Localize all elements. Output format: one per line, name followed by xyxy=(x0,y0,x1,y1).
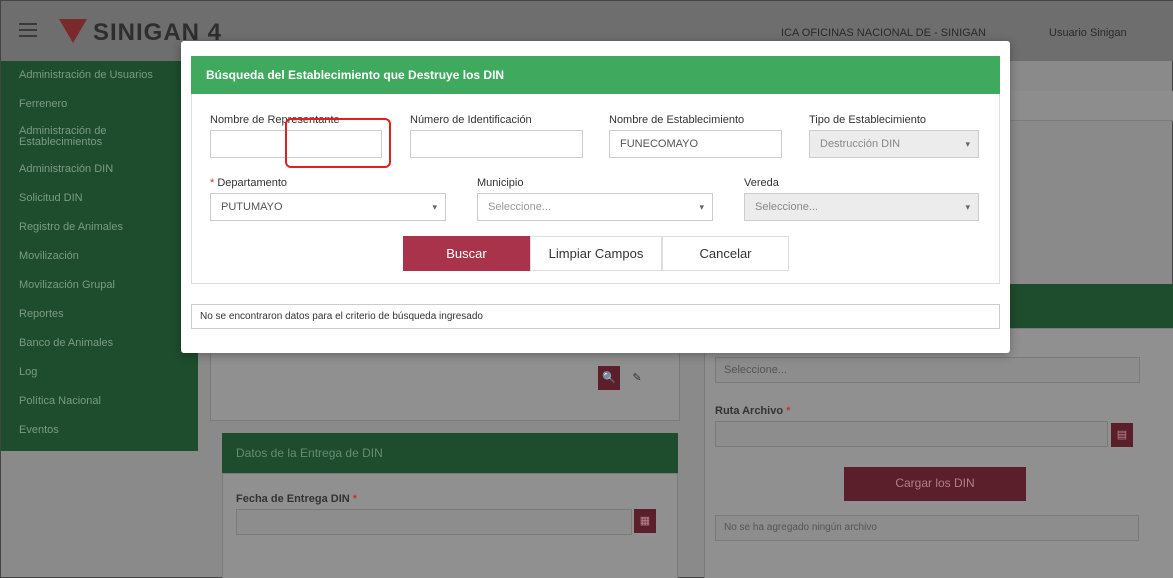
sidebar-item[interactable]: Solicitud DIN xyxy=(1,184,198,213)
sidebar-item[interactable]: Administración de xyxy=(1,119,198,135)
right-section-header xyxy=(1009,284,1173,328)
vereda-value: Seleccione... xyxy=(755,201,818,213)
est-name-input[interactable]: FUNECOMAYO xyxy=(609,130,782,158)
est-type-label: Tipo de Establecimiento xyxy=(809,114,926,126)
sinigan-logo-icon xyxy=(59,19,87,43)
cancel-button[interactable]: Cancelar xyxy=(662,236,789,271)
eraser-icon[interactable]: ✎ xyxy=(626,366,648,390)
sidebar-item[interactable]: Administración de Usuarios xyxy=(1,61,198,90)
municipality-value: Seleccione... xyxy=(488,201,551,213)
file-path-label: Ruta Archivo * xyxy=(715,405,791,417)
sidebar-item[interactable]: Movilización Grupal xyxy=(1,271,198,300)
chevron-down-icon: ▾ xyxy=(699,202,704,212)
upload-din-button[interactable]: Cargar los DIN xyxy=(844,467,1026,501)
search-establishment-modal: Búsqueda del Establecimiento que Destruy… xyxy=(181,41,1010,353)
est-type-value: Destrucción DIN xyxy=(820,138,901,150)
vereda-select: Seleccione... ▾ xyxy=(744,193,979,221)
est-type-select: Destrucción DIN ▾ xyxy=(809,130,979,158)
user-menu[interactable]: Usuario Sinigan xyxy=(1049,27,1127,39)
chevron-down-icon: ▾ xyxy=(965,139,970,149)
sidebar-item[interactable]: Movilización xyxy=(1,242,198,271)
modal-title: Búsqueda del Establecimiento que Destruy… xyxy=(191,56,1000,94)
municipality-select[interactable]: Seleccione... ▾ xyxy=(477,193,713,221)
delivery-date-label: Fecha de Entrega DIN * xyxy=(236,493,358,505)
id-number-label: Número de Identificación xyxy=(410,114,532,126)
sidebar-item[interactable]: Ferrenero xyxy=(1,90,198,119)
est-name-label: Nombre de Establecimiento xyxy=(609,114,745,126)
sidebar-item[interactable]: Eventos xyxy=(1,416,198,445)
sidebar-item[interactable]: Política Nacional xyxy=(1,387,198,416)
sidebar: Administración de Usuarios Ferrenero Adm… xyxy=(1,61,198,451)
sidebar-item[interactable]: Registro de Animales xyxy=(1,213,198,242)
sidebar-item[interactable]: Banco de Animales xyxy=(1,329,198,358)
sidebar-item[interactable]: Reportes xyxy=(1,300,198,329)
department-select[interactable]: PUTUMAYO ▾ xyxy=(210,193,446,221)
file-path-input[interactable] xyxy=(715,421,1108,447)
clear-fields-button[interactable]: Limpiar Campos xyxy=(530,236,662,271)
content-header-strip xyxy=(1011,91,1173,121)
highlight-annotation xyxy=(285,118,391,168)
calendar-icon[interactable]: ▦ xyxy=(634,509,656,533)
search-icon[interactable]: 🔍 xyxy=(598,366,620,390)
chevron-down-icon: ▾ xyxy=(432,202,437,212)
file-icon[interactable]: ▤ xyxy=(1111,423,1133,447)
bg-select[interactable]: Seleccione... xyxy=(715,357,1140,383)
org-selector[interactable]: ICA OFICINAS NACIONAL DE - SINIGAN xyxy=(781,27,986,39)
delivery-date-input[interactable] xyxy=(236,509,632,535)
sidebar-item[interactable]: Log xyxy=(1,358,198,387)
sidebar-item[interactable]: Administración DIN xyxy=(1,155,198,184)
department-value: PUTUMAYO xyxy=(221,201,283,213)
id-number-input[interactable] xyxy=(410,130,583,158)
search-button[interactable]: Buscar xyxy=(403,236,530,271)
no-files-message: No se ha agregado ningún archivo xyxy=(715,515,1139,541)
search-result-message: No se encontraron datos para el criterio… xyxy=(191,304,1000,329)
delivery-section-header: Datos de la Entrega de DIN xyxy=(222,433,678,473)
municipality-label: Municipio xyxy=(477,177,524,189)
vereda-label: Vereda xyxy=(744,177,779,189)
chevron-down-icon: ▾ xyxy=(965,202,970,212)
department-label: * Departamento xyxy=(210,177,288,189)
hamburger-menu-icon[interactable] xyxy=(19,23,37,37)
sidebar-item[interactable]: Establecimientos xyxy=(1,135,198,155)
